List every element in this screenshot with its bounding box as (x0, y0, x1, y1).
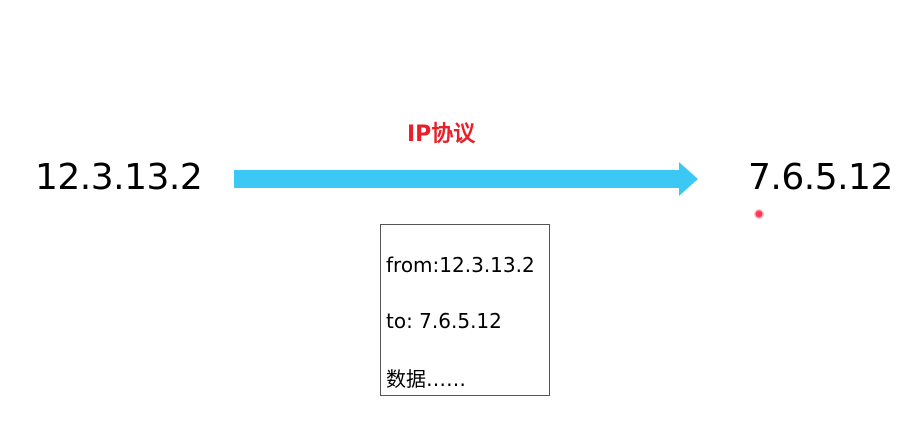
protocol-label: IP协议 (407, 122, 476, 147)
pointer-dot-icon (754, 209, 764, 219)
right-arrow-icon (234, 162, 698, 196)
packet-to-line: to: 7.6.5.12 (386, 309, 502, 333)
arrow-shape (234, 162, 698, 196)
source-ip-label: 12.3.13.2 (35, 157, 203, 198)
packet-from-line: from:12.3.13.2 (386, 253, 535, 277)
packet-box: from:12.3.13.2 to: 7.6.5.12 数据…… (380, 224, 550, 396)
dest-ip-label: 7.6.5.12 (748, 157, 893, 198)
packet-data-line: 数据…… (386, 367, 466, 391)
